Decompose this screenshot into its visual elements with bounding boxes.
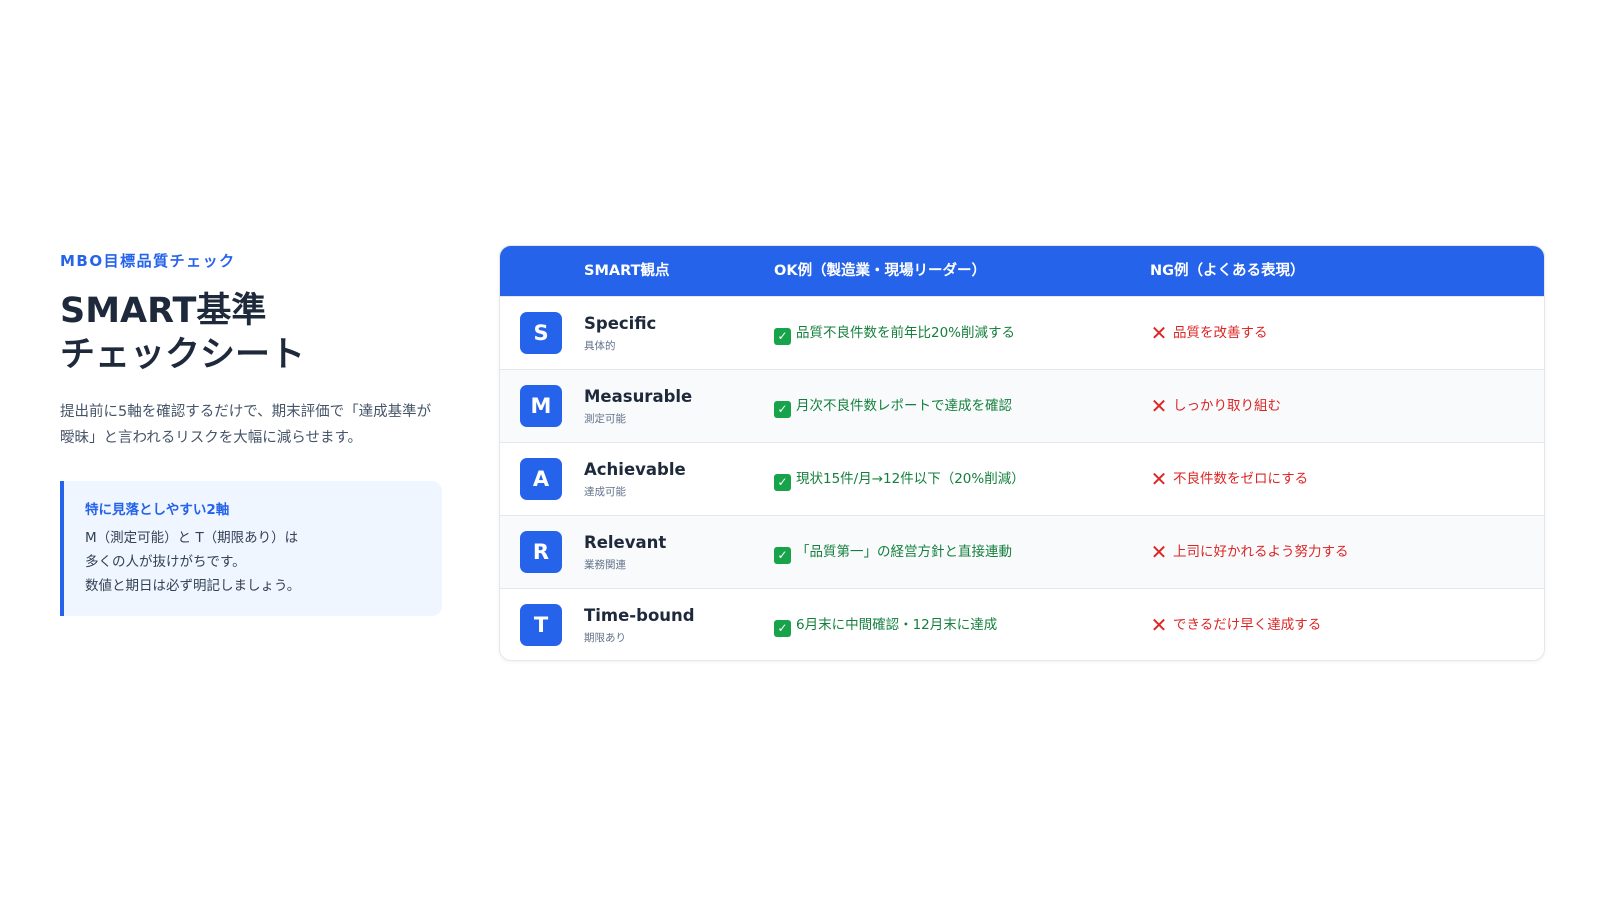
tip-callout-body: M（測定可能）と T（期限あり）は 多くの人が抜けがちです。 数値と期日は必ず明… xyxy=(85,526,422,598)
criterion-name: Specific xyxy=(584,314,657,333)
criterion-subtitle: 達成可能 xyxy=(584,486,626,498)
criterion-name: Measurable xyxy=(584,387,693,406)
tip-callout-title: 特に見落としやすい2軸 xyxy=(85,502,230,518)
ok-example-text: 現状15件/月→12件以下（20%削減） xyxy=(796,471,1025,487)
ng-example: ✕ 上司に好かれるよう努力する xyxy=(1150,516,1349,589)
letter-badge: S xyxy=(520,312,562,354)
check-mark-icon: ✓ xyxy=(774,474,791,491)
cross-mark-icon: ✕ xyxy=(1150,321,1168,345)
page-description: 提出前に5軸を確認するだけで、期末評価で「達成基準が曖昧」と言われるリスクを大幅… xyxy=(60,404,432,446)
page-title-line-2: チェックシート xyxy=(60,335,306,375)
criterion-subtitle: 測定可能 xyxy=(584,413,626,425)
header-smart: SMART観点 xyxy=(584,263,670,279)
letter-badge: R xyxy=(520,531,562,573)
ng-example-text: できるだけ早く達成する xyxy=(1173,617,1322,633)
ng-example-text: 品質を改善する xyxy=(1173,325,1268,341)
check-mark-icon: ✓ xyxy=(774,328,791,345)
criterion-subtitle: 業務関連 xyxy=(584,559,626,571)
ng-example: ✕ しっかり取り組む xyxy=(1150,370,1281,443)
ng-example: ✕ できるだけ早く達成する xyxy=(1150,589,1322,660)
tip-callout-line: 多くの人が抜けがちです。 xyxy=(85,554,246,570)
letter-badge: T xyxy=(520,604,562,646)
criterion-name: Achievable xyxy=(584,460,686,479)
ng-example: ✕ 不良件数をゼロにする xyxy=(1150,443,1309,516)
cross-mark-icon: ✕ xyxy=(1150,540,1168,564)
page-title: SMART基準 チェックシート xyxy=(60,289,442,377)
header-ng-example: NG例（よくある表現） xyxy=(1150,263,1305,279)
table-row: S Specific 具体的 ✓ 品質不良件数を前年比20%削減する ✕ 品質を改善… xyxy=(500,296,1544,369)
criterion-subtitle: 期限あり xyxy=(584,632,626,644)
criterion-name: Relevant xyxy=(584,533,667,552)
table-row: M Measurable 測定可能 ✓ 月次不良件数レポートで達成を確認 ✕ しっか… xyxy=(500,369,1544,442)
ok-example: ✓ 品質不良件数を前年比20%削減する xyxy=(774,297,1015,370)
criterion-subtitle: 具体的 xyxy=(584,340,616,352)
ok-example: ✓ 6月末に中間確認・12月末に達成 xyxy=(774,589,998,660)
cross-mark-icon: ✕ xyxy=(1150,613,1168,637)
tip-callout: 特に見落としやすい2軸 M（測定可能）と T（期限あり）は 多くの人が抜けがちで… xyxy=(60,481,442,616)
ng-example: ✕ 品質を改善する xyxy=(1150,297,1268,370)
smart-table: SMART観点 OK例（製造業・現場リーダー） NG例（よくある表現） S Sp… xyxy=(499,245,1545,661)
ng-example-text: しっかり取り組む xyxy=(1173,398,1281,414)
table-header: SMART観点 OK例（製造業・現場リーダー） NG例（よくある表現） xyxy=(500,246,1544,296)
page: MBO目標品質チェック SMART基準 チェックシート 提出前に5軸を確認するだ… xyxy=(0,0,1600,900)
table-row: T Time-bound 期限あり ✓ 6月末に中間確認・12月末に達成 ✕ できる… xyxy=(500,588,1544,660)
criterion-name: Time-bound xyxy=(584,606,695,625)
ok-example-text: 品質不良件数を前年比20%削減する xyxy=(796,325,1016,341)
cross-mark-icon: ✕ xyxy=(1150,467,1168,491)
letter-badge: A xyxy=(520,458,562,500)
cross-mark-icon: ✕ xyxy=(1150,394,1168,418)
check-mark-icon: ✓ xyxy=(774,401,791,418)
ng-example-text: 不良件数をゼロにする xyxy=(1173,471,1309,487)
ok-example: ✓ 「品質第一」の経営方針と直接連動 xyxy=(774,516,1012,589)
ok-example: ✓ 月次不良件数レポートで達成を確認 xyxy=(774,370,1012,443)
check-mark-icon: ✓ xyxy=(774,620,791,637)
ok-example: ✓ 現状15件/月→12件以下（20%削減） xyxy=(774,443,1025,516)
eyebrow-label: MBO目標品質チェック xyxy=(60,252,236,270)
header-ok-example: OK例（製造業・現場リーダー） xyxy=(774,263,987,279)
ng-example-text: 上司に好かれるよう努力する xyxy=(1173,544,1349,560)
table-row: A Achievable 達成可能 ✓ 現状15件/月→12件以下（20%削減） … xyxy=(500,442,1544,515)
check-mark-icon: ✓ xyxy=(774,547,791,564)
intro-panel: MBO目標品質チェック SMART基準 チェックシート 提出前に5軸を確認するだ… xyxy=(60,250,442,616)
ok-example-text: 月次不良件数レポートで達成を確認 xyxy=(796,398,1012,414)
table-row: R Relevant 業務関連 ✓ 「品質第一」の経営方針と直接連動 ✕ 上司に好か… xyxy=(500,515,1544,588)
tip-callout-line: M（測定可能）と T（期限あり）は xyxy=(85,530,299,546)
ok-example-text: 6月末に中間確認・12月末に達成 xyxy=(796,617,998,633)
tip-callout-line: 数値と期日は必ず明記しましょう。 xyxy=(85,578,301,594)
page-title-line-1: SMART基準 xyxy=(60,291,267,331)
letter-badge: M xyxy=(520,385,562,427)
ok-example-text: 「品質第一」の経営方針と直接連動 xyxy=(796,544,1012,560)
